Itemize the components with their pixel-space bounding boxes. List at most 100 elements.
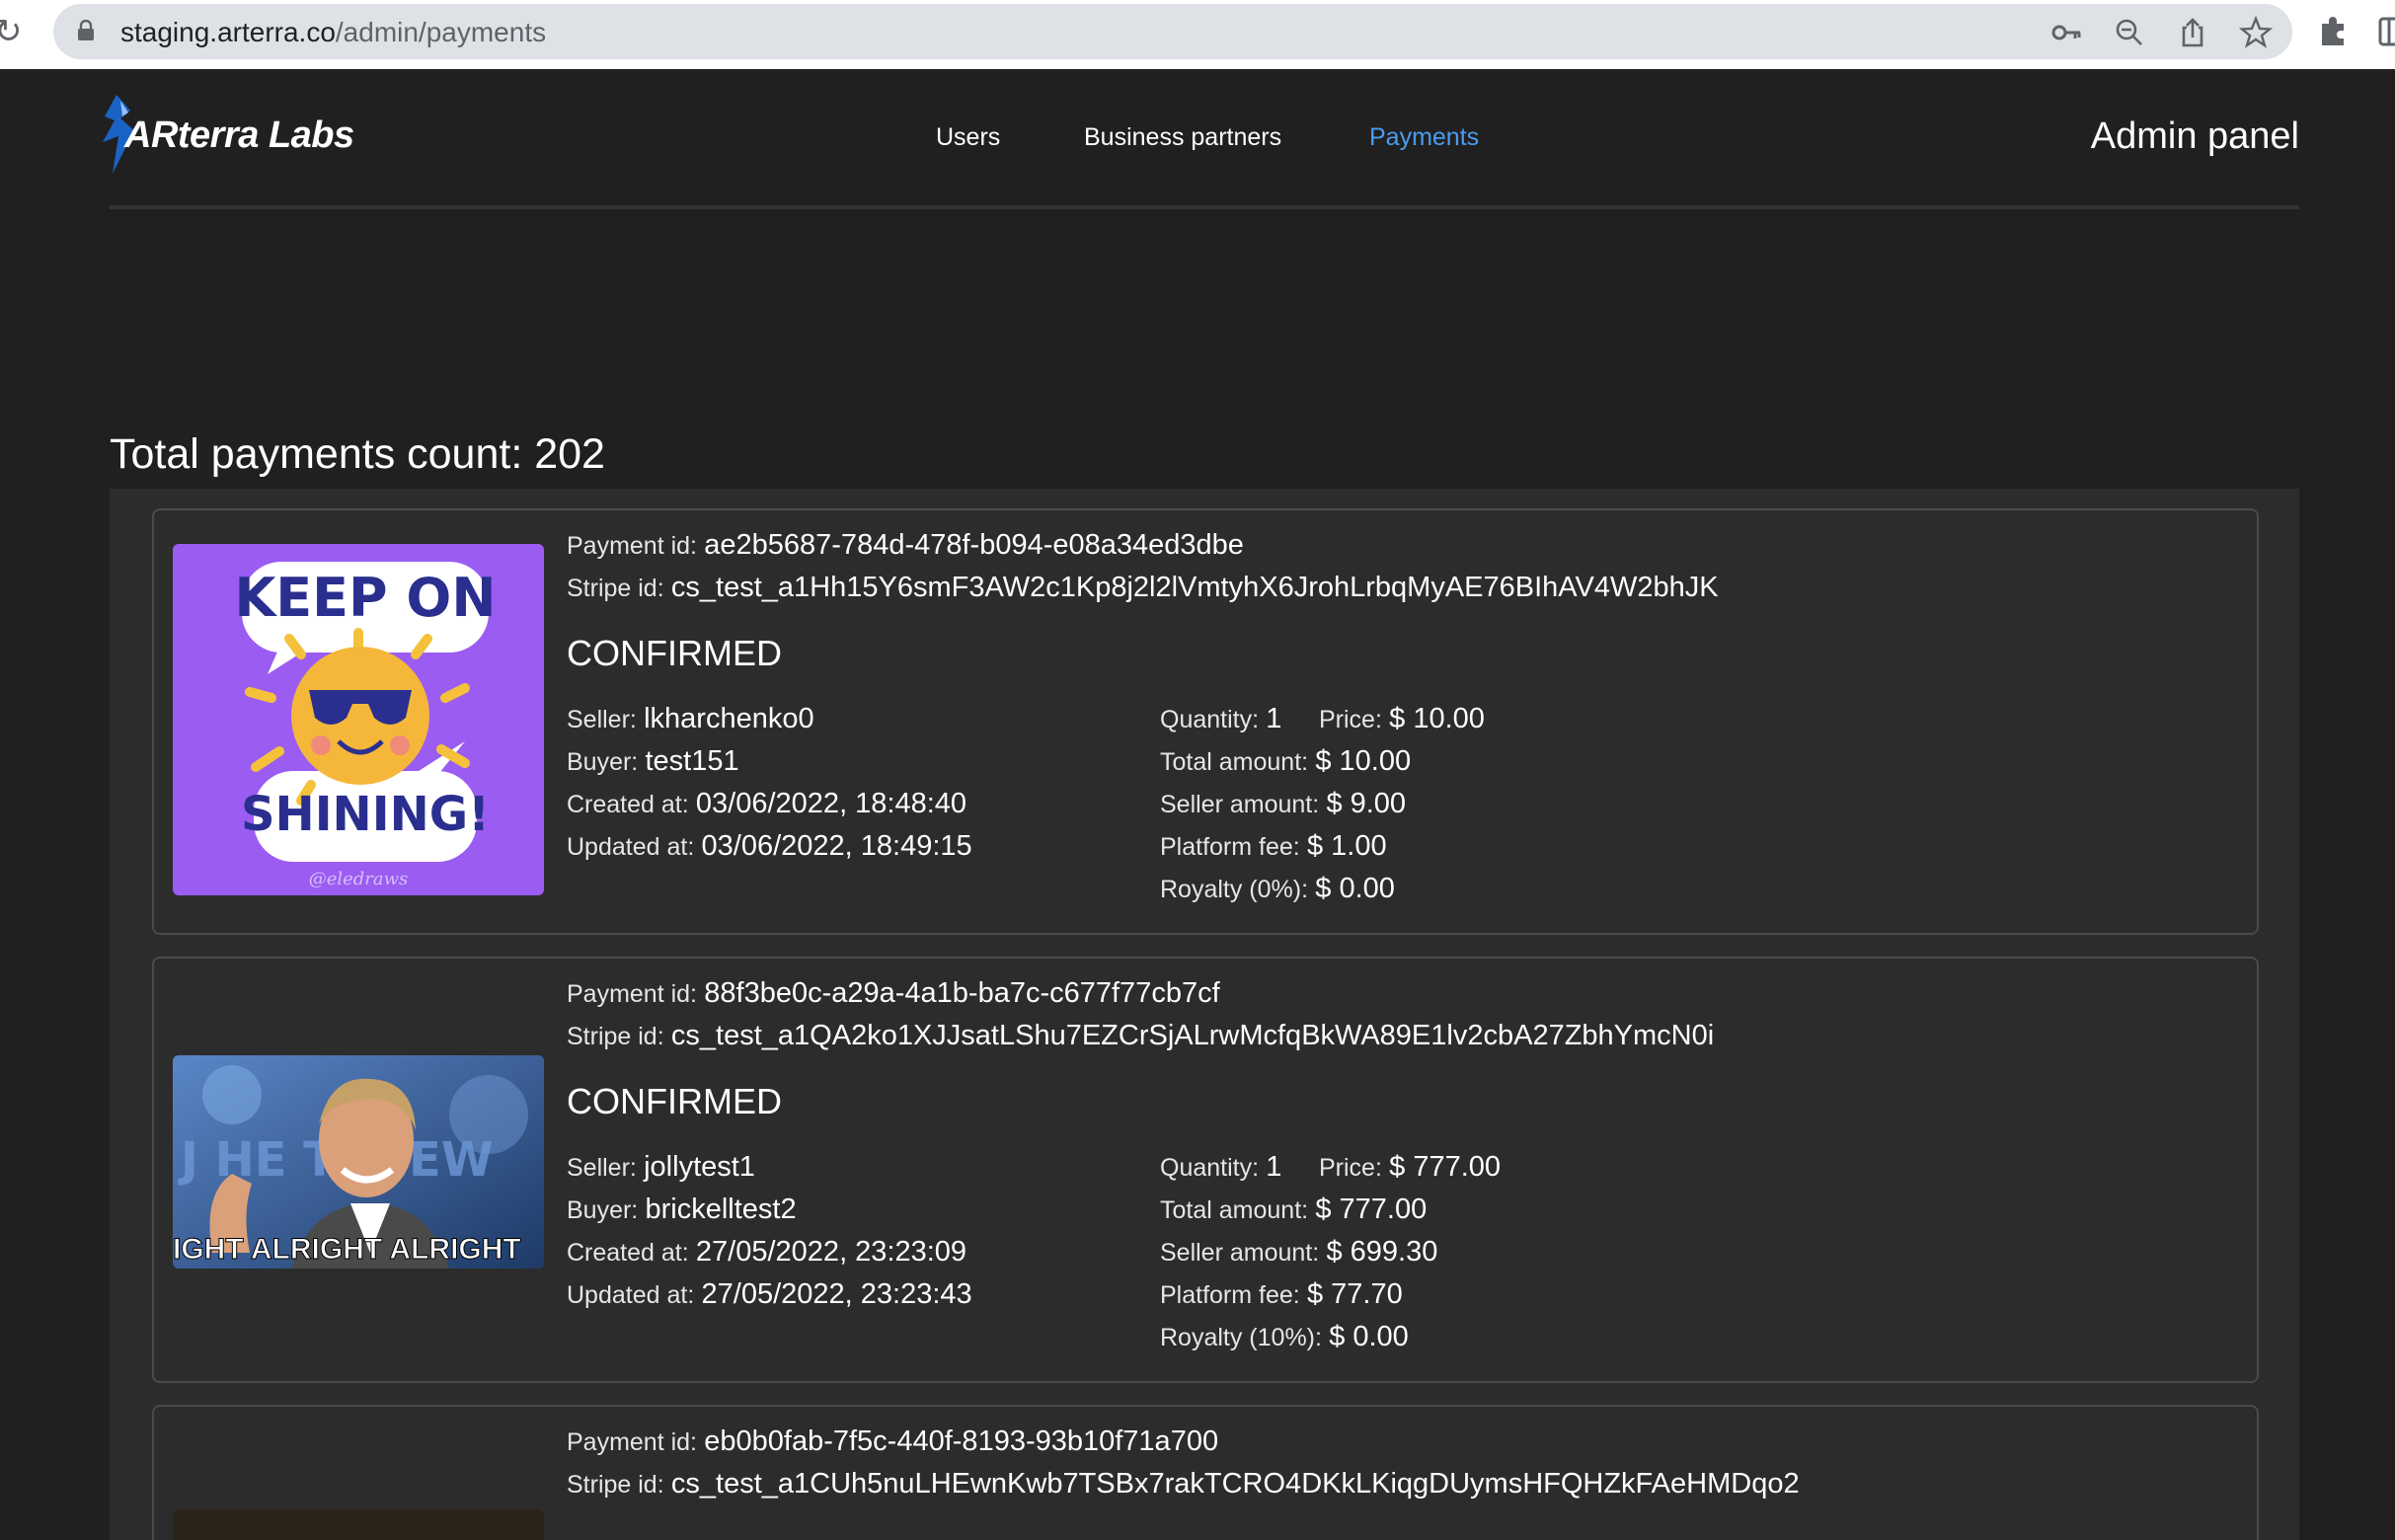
key-icon[interactable] (2049, 16, 2083, 49)
total-amount-label: Total amount: (1160, 1196, 1309, 1224)
stripe-id-value: cs_test_a1QA2ko1XJJsatLShu7EZCrSjALrwMcf… (670, 1020, 1715, 1051)
created-at-label: Created at: (567, 1239, 689, 1267)
payment-thumbnail (173, 1509, 544, 1540)
total-amount: Total amount: $ 777.00 (1160, 1193, 1427, 1227)
stripe-id: Stripe id: cs_test_a1CUh5nuLHEwnKwb7TSBx… (567, 1467, 1800, 1502)
price: Price: $ 10.00 (1319, 702, 1485, 736)
zoom-out-icon[interactable] (2113, 16, 2146, 49)
seller-amount-value: $ 9.00 (1326, 788, 1407, 819)
created-at: Created at: 03/06/2022, 18:48:40 (567, 787, 966, 821)
price-label: Price: (1319, 706, 1382, 733)
payment-thumbnail: J HE TTHEW IGHT ALRIGHT ALRIGHT (173, 1055, 544, 1269)
nav-payments[interactable]: Payments (1369, 122, 1479, 152)
image-top-text: KEEP ON (234, 567, 496, 629)
payments-list: KEEP ON SHINING! @eledraws Payment id: a… (110, 489, 2299, 1540)
browser-toolbar: ↻ staging.arterra.co/admin/payments (0, 0, 2395, 69)
status-badge: CONFIRMED (567, 1081, 782, 1121)
platform-fee-label: Platform fee: (1160, 1281, 1300, 1309)
url-text: staging.arterra.co/admin/payments (120, 18, 546, 47)
updated-at: Updated at: 03/06/2022, 18:49:15 (567, 829, 972, 864)
quantity: Quantity: 1 (1160, 1150, 1281, 1185)
payment-id-label: Payment id: (567, 980, 698, 1008)
payment-id: Payment id: eb0b0fab-7f5c-440f-8193-93b1… (567, 1424, 1218, 1459)
stripe-id-value: cs_test_a1Hh15Y6smF3AW2c1Kp8j2l2lVmtyhX6… (670, 572, 1719, 603)
seller-amount: Seller amount: $ 699.30 (1160, 1235, 1437, 1270)
seller-amount: Seller amount: $ 9.00 (1160, 787, 1406, 821)
total-amount: Total amount: $ 10.00 (1160, 744, 1411, 779)
platform-fee-value: $ 77.70 (1306, 1278, 1403, 1310)
buyer: Buyer: brickelltest2 (567, 1193, 797, 1227)
price-value: $ 10.00 (1389, 703, 1485, 734)
side-panel-icon[interactable] (2377, 14, 2395, 49)
seller-amount-label: Seller amount: (1160, 791, 1320, 818)
seller-label: Seller: (567, 1154, 637, 1182)
payment-id-value: ae2b5687-784d-478f-b094-e08a34ed3dbe (704, 529, 1244, 561)
platform-fee: Platform fee: $ 1.00 (1160, 829, 1387, 864)
platform-fee: Platform fee: $ 77.70 (1160, 1277, 1403, 1312)
royalty: Royalty (10%): $ 0.00 (1160, 1320, 1409, 1354)
total-amount-value: $ 10.00 (1315, 745, 1412, 777)
stripe-id: Stripe id: cs_test_a1Hh15Y6smF3AW2c1Kp8j… (567, 571, 1719, 605)
buyer-label: Buyer: (567, 1196, 639, 1224)
sun-illustration: KEEP ON SHINING! @eledraws (234, 562, 497, 889)
royalty-label: Royalty (0%): (1160, 876, 1309, 903)
payment-id-label: Payment id: (567, 532, 698, 560)
royalty: Royalty (0%): $ 0.00 (1160, 872, 1395, 906)
price-value: $ 777.00 (1389, 1151, 1502, 1183)
gif-thumbnail: J HE TTHEW IGHT ALRIGHT ALRIGHT (173, 1055, 544, 1269)
address-bar[interactable]: staging.arterra.co/admin/payments (53, 4, 2292, 59)
quantity-value: 1 (1266, 1151, 1282, 1183)
extensions-puzzle-icon[interactable] (2316, 14, 2352, 49)
nav-business-partners[interactable]: Business partners (1084, 122, 1281, 152)
payment-id-value: eb0b0fab-7f5c-440f-8193-93b10f71a700 (704, 1425, 1219, 1457)
buyer-value: test151 (645, 745, 739, 777)
reload-icon[interactable]: ↻ (0, 14, 24, 49)
nav-users[interactable]: Users (936, 122, 1000, 152)
seller-label: Seller: (567, 706, 637, 733)
updated-at: Updated at: 27/05/2022, 23:23:43 (567, 1277, 972, 1312)
created-at-label: Created at: (567, 791, 689, 818)
royalty-value: $ 0.00 (1315, 873, 1395, 904)
image-credit: @eledraws (309, 869, 409, 889)
quantity-label: Quantity: (1160, 706, 1260, 733)
updated-at-value: 27/05/2022, 23:23:43 (701, 1278, 972, 1310)
created-at: Created at: 27/05/2022, 23:23:09 (567, 1235, 966, 1270)
created-at-value: 03/06/2022, 18:48:40 (695, 788, 967, 819)
buyer-value: brickelltest2 (645, 1194, 797, 1225)
logo-text: ARterra Labs (124, 115, 354, 156)
platform-fee-value: $ 1.00 (1306, 830, 1387, 862)
platform-fee-label: Platform fee: (1160, 833, 1300, 861)
payment-card: J HE TTHEW IGHT ALRIGHT ALRIGHT Payment … (152, 957, 2259, 1383)
stripe-id: Stripe id: cs_test_a1QA2ko1XJJsatLShu7EZ… (567, 1019, 1714, 1053)
payment-id: Payment id: 88f3be0c-a29a-4a1b-ba7c-c677… (567, 976, 1220, 1011)
buyer: Buyer: test151 (567, 744, 739, 779)
quantity: Quantity: 1 (1160, 702, 1281, 736)
payment-card: Payment id: eb0b0fab-7f5c-440f-8193-93b1… (152, 1405, 2259, 1540)
image-bottom-text: SHINING! (241, 787, 490, 842)
stripe-id-label: Stripe id: (567, 575, 664, 602)
seller: Seller: jollytest1 (567, 1150, 755, 1185)
created-at-value: 27/05/2022, 23:23:09 (695, 1236, 967, 1268)
stripe-id-label: Stripe id: (567, 1471, 664, 1499)
stripe-id-value: cs_test_a1CUh5nuLHEwnKwb7TSBx7rakTCRO4DK… (670, 1468, 1800, 1500)
lock-icon (78, 20, 94, 40)
total-amount-label: Total amount: (1160, 748, 1309, 776)
image-caption: IGHT ALRIGHT ALRIGHT (173, 1233, 521, 1266)
bookmark-star-icon[interactable] (2239, 16, 2273, 49)
payment-card: KEEP ON SHINING! @eledraws Payment id: a… (152, 508, 2259, 935)
payment-thumbnail: KEEP ON SHINING! @eledraws (173, 544, 544, 895)
payment-id-label: Payment id: (567, 1428, 698, 1456)
total-amount-value: $ 777.00 (1315, 1194, 1428, 1225)
status-badge: CONFIRMED (567, 633, 782, 673)
stripe-id-label: Stripe id: (567, 1023, 664, 1050)
seller-value: lkharchenko0 (644, 703, 814, 734)
updated-at-label: Updated at: (567, 833, 695, 861)
royalty-label: Royalty (10%): (1160, 1324, 1322, 1351)
updated-at-label: Updated at: (567, 1281, 695, 1309)
page-title: Admin panel (2090, 116, 2299, 157)
total-payments-count: Total payments count: 202 (110, 430, 605, 478)
updated-at-value: 03/06/2022, 18:49:15 (701, 830, 972, 862)
payment-id: Payment id: ae2b5687-784d-478f-b094-e08a… (567, 528, 1244, 563)
buyer-label: Buyer: (567, 748, 639, 776)
share-icon[interactable] (2176, 16, 2209, 49)
